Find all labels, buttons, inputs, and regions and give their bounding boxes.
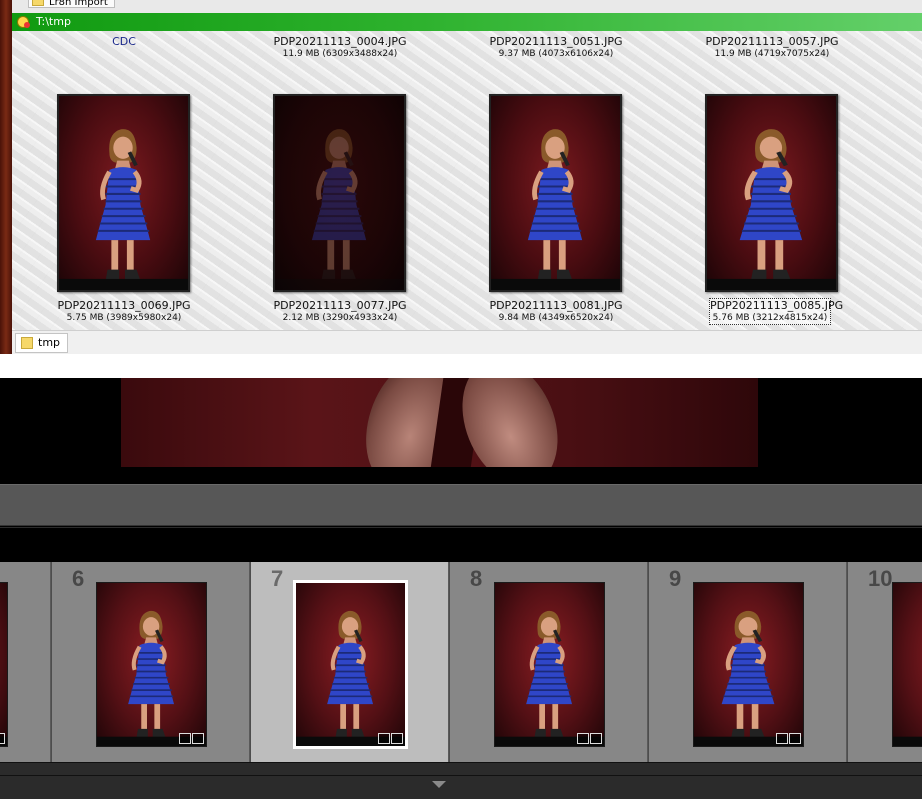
- metadata-badge-icon: [179, 733, 191, 744]
- folder-icon: [32, 0, 44, 6]
- filmstrip-thumbnail[interactable]: [693, 582, 804, 747]
- image-thumbnail[interactable]: [273, 94, 406, 292]
- file-info: 5.76 MB (3212x4815x24): [712, 313, 828, 323]
- file-item-caption[interactable]: PDP20211113_0081.JPG 9.84 MB (4349x6520x…: [471, 299, 641, 324]
- file-item-caption[interactable]: PDP20211113_0077.JPG 2.12 MB (3290x4933x…: [255, 299, 425, 324]
- file-name: PDP20211113_0077.JPG: [273, 299, 407, 312]
- filmstrip-thumbnail[interactable]: [96, 582, 207, 747]
- cell-number: 7: [271, 566, 284, 591]
- filmstrip-footer: [0, 762, 922, 799]
- filmstrip-thumbnail[interactable]: [293, 580, 408, 749]
- path-bar[interactable]: T:\tmp: [12, 13, 922, 31]
- filmstrip-thumbnail[interactable]: [494, 582, 605, 747]
- divider: [0, 775, 922, 776]
- file-name: PDP20211113_0081.JPG: [489, 299, 623, 312]
- cell-number: 10: [868, 566, 893, 591]
- divider: [0, 354, 922, 378]
- edit-badge-icon: [391, 733, 403, 744]
- file-item-caption[interactable]: PDP20211113_0051.JPG 9.37 MB (4073x6106x…: [471, 35, 641, 60]
- thumbnail-grid[interactable]: CDC PDP20211113_0004.JPG 11.9 MB (6309x3…: [12, 31, 922, 330]
- screen: Lr8n Import T:\tmp CDC PDP20211113_0004.…: [0, 0, 922, 799]
- filmstrip-cell[interactable]: 6: [52, 562, 250, 762]
- filmstrip-thumbnail[interactable]: [0, 582, 8, 747]
- file-name: PDP20211113_0057.JPG: [705, 35, 839, 48]
- metadata-badge-icon: [0, 733, 5, 744]
- file-info: 11.9 MB (4719x7075x24): [714, 49, 830, 59]
- file-item-caption-selected[interactable]: PDP20211113_0085.JPG 5.76 MB (3212x4815x…: [709, 298, 844, 325]
- top-folder-label: Lr8n Import: [49, 0, 108, 8]
- file-explorer: Lr8n Import T:\tmp CDC PDP20211113_0004.…: [0, 0, 922, 378]
- filmstrip-cell[interactable]: 10: [848, 562, 922, 762]
- file-item-caption[interactable]: PDP20211113_0057.JPG 11.9 MB (4719x7075x…: [687, 35, 857, 60]
- file-info: 11.9 MB (6309x3488x24): [282, 49, 398, 59]
- left-panel-edge: [0, 0, 12, 354]
- file-name: PDP20211113_0051.JPG: [489, 35, 623, 48]
- collapse-arrow-icon[interactable]: [432, 781, 446, 788]
- file-item-caption[interactable]: PDP20211113_0004.JPG 11.9 MB (6309x3488x…: [255, 35, 425, 60]
- cell-number: 6: [72, 566, 85, 591]
- metadata-badge-icon: [378, 733, 390, 744]
- edit-badge-icon: [590, 733, 602, 744]
- filmstrip-cell-active[interactable]: 7: [251, 562, 449, 762]
- lightroom-window: 6 7 8 9 10: [0, 378, 922, 799]
- file-name: PDP20211113_0069.JPG: [57, 299, 191, 312]
- image-thumbnail[interactable]: [705, 94, 838, 292]
- edit-badge-icon: [192, 733, 204, 744]
- image-thumbnail[interactable]: [489, 94, 622, 292]
- file-info: 5.75 MB (3989x5980x24): [66, 313, 182, 323]
- filmstrip-header: [0, 527, 922, 562]
- path-label: T:\tmp: [36, 15, 71, 28]
- file-info: 2.12 MB (3290x4933x24): [282, 313, 398, 323]
- metadata-badge-icon: [577, 733, 589, 744]
- location-icon: [17, 16, 30, 28]
- folder-icon: [21, 337, 33, 349]
- edit-badge-icon: [789, 733, 801, 744]
- filmstrip[interactable]: 6 7 8 9 10: [0, 562, 922, 762]
- file-info: 9.37 MB (4073x6106x24): [498, 49, 614, 59]
- top-folder-tab[interactable]: Lr8n Import: [28, 0, 115, 8]
- file-item-caption[interactable]: PDP20211113_0069.JPG 5.75 MB (3989x5980x…: [39, 299, 209, 324]
- filmstrip-cell[interactable]: [0, 562, 51, 762]
- folder-tab[interactable]: tmp: [15, 333, 69, 353]
- file-name: PDP20211113_0004.JPG: [273, 35, 407, 48]
- file-name: PDP20211113_0085.JPG: [710, 299, 844, 312]
- file-name: CDC: [112, 35, 136, 48]
- cell-number: 8: [470, 566, 483, 591]
- image-thumbnail[interactable]: [57, 94, 190, 292]
- file-item-caption[interactable]: CDC: [39, 35, 209, 48]
- folder-tab-bar: tmp: [12, 330, 922, 354]
- folder-tab-label: tmp: [38, 336, 61, 349]
- filmstrip-thumbnail[interactable]: [892, 582, 922, 747]
- cell-number: 9: [669, 566, 682, 591]
- loupe-preview[interactable]: [121, 378, 758, 467]
- metadata-badge-icon: [776, 733, 788, 744]
- filmstrip-cell[interactable]: 9: [649, 562, 847, 762]
- toolbar-panel: [0, 484, 922, 526]
- filmstrip-cell[interactable]: 8: [450, 562, 648, 762]
- top-folder-strip: Lr8n Import: [12, 0, 922, 13]
- file-info: 9.84 MB (4349x6520x24): [498, 313, 614, 323]
